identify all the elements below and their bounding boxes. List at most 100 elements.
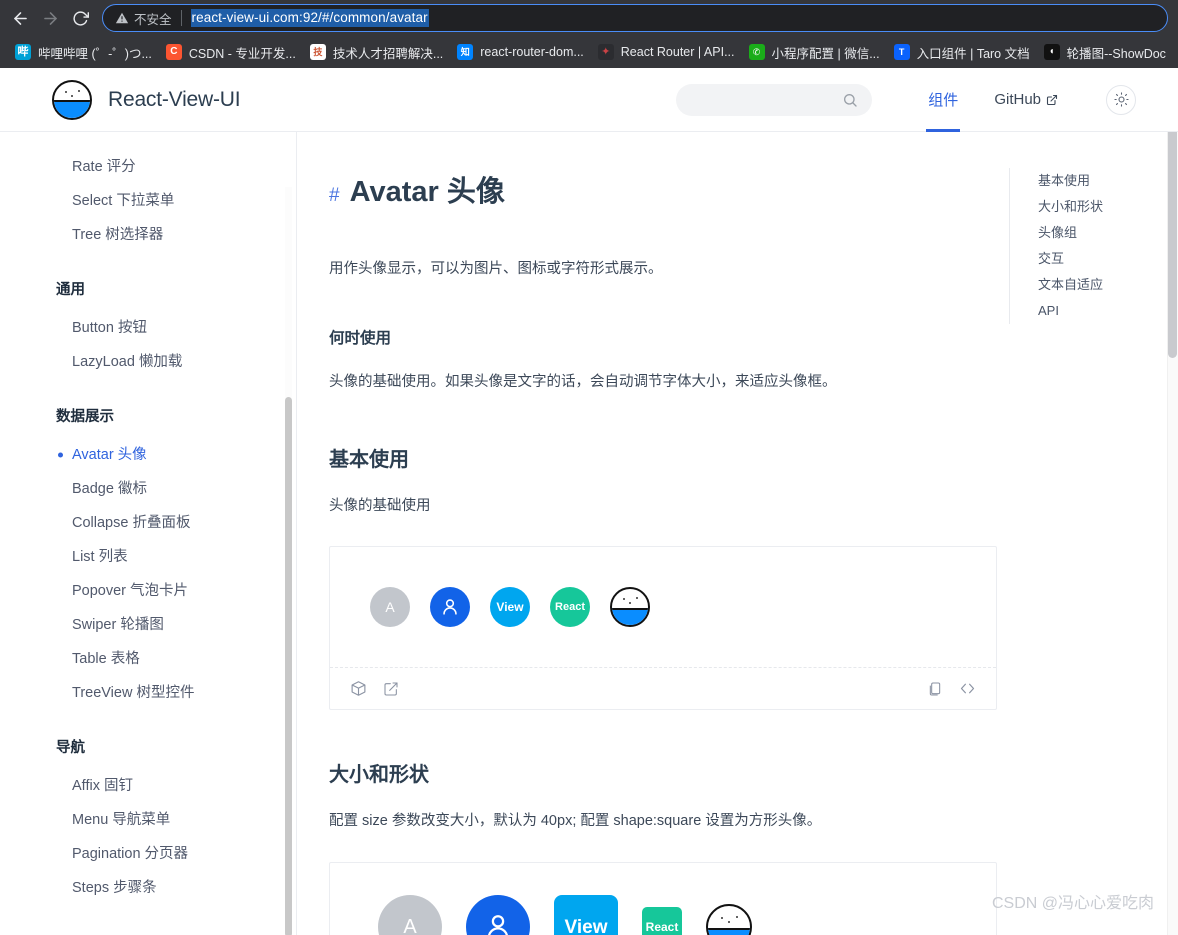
- page-scrollbar-track[interactable]: [1167, 68, 1178, 935]
- sidebar-item-label: Pagination 分页器: [72, 846, 188, 862]
- bookmark-item[interactable]: 知 react-router-dom...: [450, 41, 591, 63]
- nav-github[interactable]: GitHub: [976, 68, 1076, 131]
- sidebar-item-steps[interactable]: Steps 步骤条: [0, 871, 296, 905]
- sidebar-item-popover[interactable]: Popover 气泡卡片: [0, 574, 296, 608]
- toc-item-text-fit[interactable]: 文本自适应: [1038, 272, 1169, 298]
- table-of-contents: 基本使用 大小和形状 头像组 交互 文本自适应 API: [1009, 168, 1169, 324]
- forward-button[interactable]: [36, 4, 64, 32]
- theme-toggle-button[interactable]: [1106, 85, 1136, 115]
- sidebar-group-navigation: 导航: [0, 736, 296, 757]
- toc-item-size-shape[interactable]: 大小和形状: [1038, 194, 1169, 220]
- search-input[interactable]: [690, 92, 842, 107]
- nav-components[interactable]: 组件: [910, 68, 976, 131]
- sidebar-item-swiper[interactable]: Swiper 轮播图: [0, 608, 296, 642]
- sidebar-item-tree[interactable]: Tree 树选择器: [0, 218, 296, 252]
- bilibili-icon: 哔: [15, 44, 31, 60]
- sidebar-group-general: 通用: [0, 278, 296, 299]
- copy-icon[interactable]: [927, 681, 943, 697]
- sidebar-item-treeview[interactable]: TreeView 树型控件: [0, 676, 296, 710]
- sidebar-item-label: Swiper 轮播图: [72, 617, 164, 633]
- demo-footer-basic: [330, 667, 996, 709]
- sidebar-item-menu[interactable]: Menu 导航菜单: [0, 803, 296, 837]
- avatar-user-icon[interactable]: [430, 587, 470, 627]
- toc-item-label: API: [1038, 303, 1059, 318]
- sidebar-item-label: Tree 树选择器: [72, 227, 163, 243]
- bookmark-item[interactable]: T 入口组件 | Taro 文档: [887, 40, 1037, 65]
- bookmark-label: React Router | API...: [621, 45, 735, 59]
- avatar-label: View: [565, 918, 608, 935]
- avatar-text-react[interactable]: React: [550, 587, 590, 627]
- showdoc-icon: ◖: [1044, 44, 1060, 60]
- sidebar-item-button[interactable]: Button 按钮: [0, 311, 296, 345]
- sidebar-nav: Rate 评分 Select 下拉菜单 Tree 树选择器 通用 Button …: [0, 132, 297, 935]
- nav-components-label: 组件: [928, 89, 958, 110]
- avatar-text-react-square[interactable]: React: [642, 907, 682, 935]
- bookmark-item[interactable]: 哔 哔哩哔哩 (゜-゜)つ...: [8, 40, 159, 65]
- site-header: React-View-UI 组件 GitHub: [0, 68, 1178, 132]
- sidebar-item-label: Affix 固钉: [72, 778, 133, 794]
- sidebar-item-affix[interactable]: Affix 固钉: [0, 769, 296, 803]
- avatar-text-view[interactable]: View: [490, 587, 530, 627]
- avatar-rice-bowl-logo[interactable]: [610, 587, 650, 627]
- reload-button[interactable]: [66, 4, 94, 32]
- tech-recruit-icon: 技: [310, 44, 326, 60]
- bookmark-label: 哔哩哔哩 (゜-゜)つ...: [38, 43, 152, 62]
- back-button[interactable]: [6, 4, 34, 32]
- toc-item-label: 基本使用: [1038, 173, 1090, 188]
- sidebar-item-avatar[interactable]: Avatar 头像: [0, 438, 296, 472]
- external-link-icon[interactable]: [383, 681, 399, 697]
- avatar-user-icon-large[interactable]: [466, 895, 530, 935]
- sidebar-item-rate[interactable]: Rate 评分: [0, 150, 296, 184]
- sidebar-item-label: Popover 气泡卡片: [72, 583, 188, 599]
- avatar-rice-bowl-logo-large[interactable]: [706, 904, 752, 935]
- bookmark-item[interactable]: ✦ React Router | API...: [591, 41, 742, 63]
- avatar-text-a[interactable]: A: [370, 587, 410, 627]
- section-size-shape-desc: 配置 size 参数改变大小，默认为 40px; 配置 shape:square…: [329, 809, 997, 834]
- toc-item-label: 头像组: [1038, 225, 1077, 240]
- demo-card-size-shape: A View React: [329, 862, 997, 935]
- when-to-use-text: 头像的基础使用。如果头像是文字的话，会自动调节字体大小，来适应头像框。: [329, 370, 997, 395]
- toc-item-api[interactable]: API: [1038, 298, 1169, 324]
- body-columns: Rate 评分 Select 下拉菜单 Tree 树选择器 通用 Button …: [0, 132, 1178, 935]
- user-icon: [439, 596, 461, 618]
- bookmark-label: react-router-dom...: [480, 45, 584, 59]
- sidebar-item-table[interactable]: Table 表格: [0, 642, 296, 676]
- url-text[interactable]: react-view-ui.com:92/#/common/avatar: [191, 9, 429, 27]
- bookmark-item[interactable]: ✆ 小程序配置 | 微信...: [742, 40, 887, 65]
- sidebar-item-list[interactable]: List 列表: [0, 540, 296, 574]
- code-icon[interactable]: [959, 680, 976, 697]
- brand-name: React-View-UI: [108, 88, 240, 112]
- address-bar[interactable]: 不安全 react-view-ui.com:92/#/common/avatar: [102, 4, 1168, 32]
- avatar-text-a-large[interactable]: A: [378, 895, 442, 935]
- taro-icon: T: [894, 44, 910, 60]
- sidebar-item-select[interactable]: Select 下拉菜单: [0, 184, 296, 218]
- bookmark-item[interactable]: C CSDN - 专业开发...: [159, 40, 303, 65]
- zhihu-icon: 知: [457, 44, 473, 60]
- bookmark-label: 入口组件 | Taro 文档: [917, 43, 1030, 62]
- sidebar-scrollbar-thumb[interactable]: [285, 397, 292, 935]
- toc-item-basic-usage[interactable]: 基本使用: [1038, 168, 1169, 194]
- page-root: React-View-UI 组件 GitHub: [0, 68, 1178, 935]
- sidebar-item-collapse[interactable]: Collapse 折叠面板: [0, 506, 296, 540]
- header-actions: 组件 GitHub: [676, 68, 1136, 131]
- sidebar-item-pagination[interactable]: Pagination 分页器: [0, 837, 296, 871]
- toc-item-label: 大小和形状: [1038, 199, 1103, 214]
- warning-triangle-icon: [115, 11, 129, 25]
- security-indicator[interactable]: 不安全: [115, 9, 172, 28]
- bookmark-item[interactable]: 技 技术人才招聘解决...: [303, 40, 450, 65]
- wechat-icon: ✆: [749, 44, 765, 60]
- bookmark-item[interactable]: ◖ 轮播图--ShowDoc: [1037, 40, 1173, 65]
- sidebar-group-data-display: 数据展示: [0, 405, 296, 426]
- toc-item-avatar-group[interactable]: 头像组: [1038, 220, 1169, 246]
- external-link-icon: [1046, 94, 1058, 106]
- toc-item-interaction[interactable]: 交互: [1038, 246, 1169, 272]
- search-box[interactable]: [676, 84, 872, 116]
- codesandbox-icon[interactable]: [350, 680, 367, 697]
- search-icon[interactable]: [842, 92, 858, 108]
- anchor-hash[interactable]: #: [329, 185, 340, 207]
- avatar-text-view-square[interactable]: View: [554, 895, 618, 935]
- brand-logo-link[interactable]: React-View-UI: [52, 80, 240, 120]
- sidebar-item-lazyload[interactable]: LazyLoad 懒加载: [0, 345, 296, 379]
- avatar-label: A: [403, 917, 416, 935]
- sidebar-item-badge[interactable]: Badge 徽标: [0, 472, 296, 506]
